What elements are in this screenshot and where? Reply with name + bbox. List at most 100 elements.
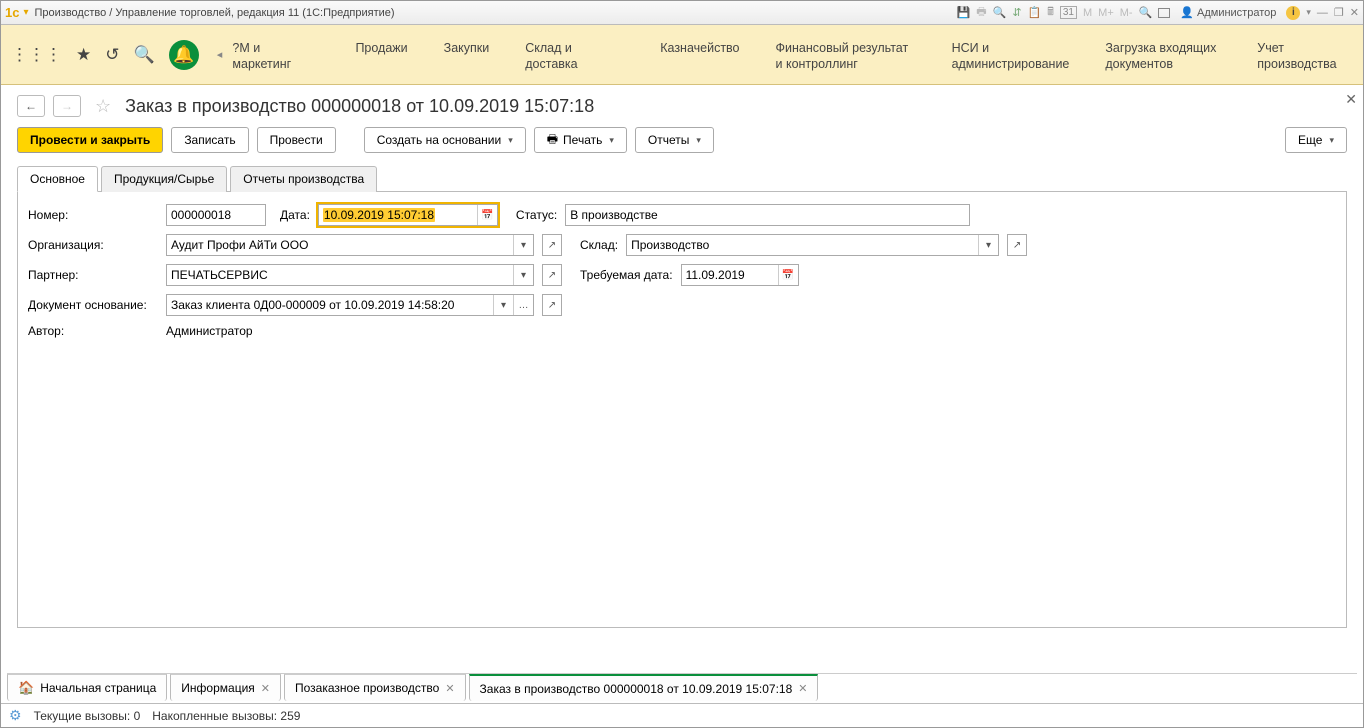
print-label: Печать [563,133,602,147]
main-menu-bar: ⋮⋮⋮ ★ ↺ 🔍 🔔 ◂ ?М и маркетинг Продажи Зак… [1,25,1363,85]
window-tab-information[interactable]: Информация ✕ [170,674,281,701]
label-warehouse: Склад: [580,238,618,252]
menu-section-treasury[interactable]: Казначейство [660,41,739,57]
m-button[interactable]: M [1083,7,1092,19]
window-tab-order-production[interactable]: Позаказное производство ✕ [284,674,466,701]
m-plus-button[interactable]: M+ [1098,7,1114,19]
more-button[interactable]: Еще ▾ [1285,127,1347,153]
window-minimize[interactable]: — [1317,7,1328,19]
form-area: Номер: Дата: 10.09.2019 15:07:18 📅 Стату… [17,192,1347,628]
more-label: Еще [1298,133,1322,147]
app-1c-icon: 1c [5,5,19,20]
window-tab-home[interactable]: 🏠 Начальная страница [7,674,167,701]
history-icon[interactable]: ↺ [105,45,119,65]
chevron-down-icon: ▾ [696,135,701,146]
close-tab-icon[interactable]: ✕ [445,682,454,695]
menu-section-purchases[interactable]: Закупки [444,41,490,57]
number-input[interactable] [167,205,265,225]
launcher-icons: ⋮⋮⋮ ★ ↺ 🔍 🔔 [11,40,199,70]
dropdown-icon[interactable]: ▾ [513,235,533,255]
label-basis: Документ основание: [28,298,158,312]
menu-section-production[interactable]: Учет производства [1257,41,1363,72]
print-icon: 🖶 [547,130,558,151]
partner-field[interactable]: ПЕЧАТЬСЕРВИС ▾ [166,264,534,286]
m-minus-button[interactable]: M- [1120,7,1133,19]
menu-section-crm[interactable]: ?М и маркетинг [232,41,319,72]
number-field[interactable] [166,204,266,226]
label-status: Статус: [516,208,557,222]
basis-field[interactable]: Заказ клиента 0Д00-000009 от 10.09.2019 … [166,294,534,316]
tab-production-reports[interactable]: Отчеты производства [230,166,377,192]
chevron-down-icon: ▾ [609,135,614,146]
calculator-icon[interactable]: 🖩 [1047,3,1054,22]
label-number: Номер: [28,208,158,222]
print-icon[interactable]: 🖶 [976,3,986,22]
close-tab-icon[interactable]: ✕ [798,682,807,695]
preview-icon[interactable]: 🔍 [993,6,1007,19]
zoom-icon[interactable]: 🔍 [1139,6,1153,19]
calendar-icon[interactable]: 📅 [477,205,497,225]
save-icon[interactable]: 💾 [957,6,971,19]
open-warehouse-button[interactable]: ↗ [1007,234,1027,256]
save-button[interactable]: Записать [171,127,248,153]
create-on-basis-button[interactable]: Создать на основании ▾ [364,127,526,153]
compare-icon[interactable]: ⇵ [1012,6,1021,19]
titlebar-right-icons: 💾 🖶 🔍 ⇵ 📋 🖩 31 M M+ M- 🔍 👤 Администратор… [957,3,1359,22]
post-and-close-button[interactable]: Провести и закрыть [17,127,163,153]
menu-section-sales[interactable]: Продажи [355,41,407,57]
performance-icon[interactable]: ⚙ [9,707,22,724]
dropdown-icon[interactable]: ▾ [513,265,533,285]
menu-section-admin[interactable]: НСИ и администрирование [952,41,1070,72]
organization-field[interactable]: Аудит Профи АйТи ООО ▾ [166,234,534,256]
label-partner: Партнер: [28,268,158,282]
window-close[interactable]: ✕ [1350,6,1359,19]
label-organization: Организация: [28,238,158,252]
reports-button[interactable]: Отчеты ▾ [635,127,714,153]
window-tab-home-label: Начальная страница [40,681,156,695]
dropdown-icon[interactable]: ▾ [978,235,998,255]
app-menu-dropdown[interactable]: ▾ [23,7,28,18]
calendar-icon[interactable]: 📅 [778,265,798,285]
info-icon[interactable]: i [1286,6,1300,20]
open-organization-button[interactable]: ↗ [542,234,562,256]
close-document-button[interactable]: ✕ [1345,91,1357,108]
menu-section-finance[interactable]: Финансовый результат и контроллинг [776,41,916,72]
panels-icon[interactable] [1158,8,1170,18]
close-tab-icon[interactable]: ✕ [261,682,270,695]
label-required-date: Требуемая дата: [580,268,673,282]
sections-scroll-left[interactable]: ◂ [213,48,227,61]
basis-value: Заказ клиента 0Д00-000009 от 10.09.2019 … [167,298,454,312]
warehouse-field[interactable]: Производство ▾ [626,234,999,256]
favorite-star-icon[interactable]: ☆ [95,96,111,117]
create-on-basis-label: Создать на основании [377,133,502,147]
calendar-icon[interactable]: 31 [1060,6,1077,19]
user-icon: 👤 [1180,6,1194,19]
post-button[interactable]: Провести [257,127,336,153]
ellipsis-icon[interactable]: … [513,295,533,315]
print-button[interactable]: 🖶 Печать ▾ [534,127,627,153]
nav-back-button[interactable]: ← [17,95,45,117]
apps-grid-icon[interactable]: ⋮⋮⋮ [11,45,62,65]
copy-icon[interactable]: 📋 [1028,6,1042,19]
home-icon: 🏠 [18,680,34,696]
tab-products[interactable]: Продукция/Сырье [101,166,227,192]
window-restore[interactable]: ❐ [1334,6,1344,19]
open-partner-button[interactable]: ↗ [542,264,562,286]
document-area: ✕ ← → ☆ Заказ в производство 000000018 о… [1,85,1363,628]
search-icon[interactable]: 🔍 [134,45,155,65]
window-tab-current-document[interactable]: Заказ в производство 000000018 от 10.09.… [469,674,819,701]
tab-main[interactable]: Основное [17,166,98,192]
nav-forward-button[interactable]: → [53,95,81,117]
required-date-field[interactable]: 11.09.2019 📅 [681,264,799,286]
menu-section-incoming[interactable]: Загрузка входящих документов [1105,41,1221,72]
status-field[interactable]: В производстве [565,204,970,226]
menu-section-warehouse[interactable]: Склад и доставка [525,41,624,72]
favorites-star-icon[interactable]: ★ [76,45,91,65]
open-basis-button[interactable]: ↗ [542,294,562,316]
date-field[interactable]: 10.09.2019 15:07:18 📅 [318,204,498,226]
dropdown-icon[interactable]: ▾ [493,295,513,315]
notifications-bell-icon[interactable]: 🔔 [169,40,199,70]
current-user-chip[interactable]: 👤 Администратор [1176,6,1280,19]
date-input[interactable]: 10.09.2019 15:07:18 [319,208,435,222]
info-dropdown[interactable]: ▾ [1306,7,1311,18]
